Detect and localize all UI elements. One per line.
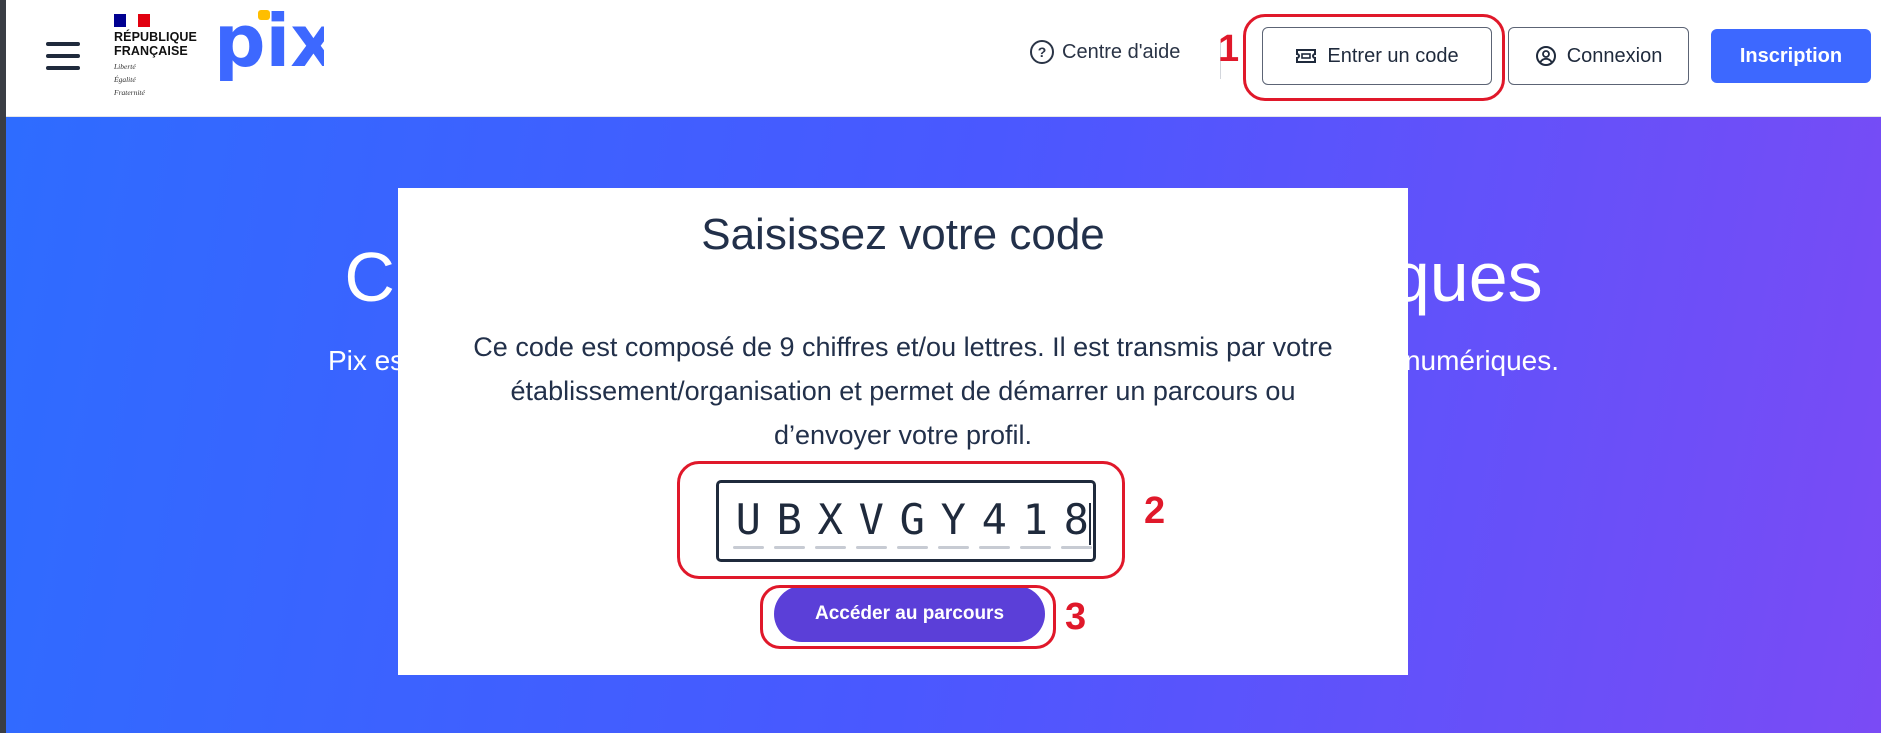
annotation-box-1	[1243, 14, 1505, 101]
annotation-box-2	[677, 461, 1125, 579]
republique-francaise-logo: RÉPUBLIQUE FRANÇAISE Liberté Égalité Fra…	[114, 14, 206, 97]
motto-line1: Liberté	[114, 62, 136, 71]
marianne-flag-icon	[114, 14, 150, 27]
site-header: RÉPUBLIQUE FRANÇAISE Liberté Égalité Fra…	[6, 0, 1881, 117]
annotation-number-3: 3	[1065, 596, 1087, 638]
annotation-number-2: 2	[1144, 490, 1166, 532]
help-circle-icon: ?	[1030, 40, 1054, 64]
signup-button[interactable]: Inscription	[1711, 29, 1871, 83]
help-center-label: Centre d'aide	[1062, 40, 1181, 63]
pix-logo[interactable]: pix	[214, 10, 324, 92]
annotation-box-3	[760, 585, 1056, 649]
login-label: Connexion	[1566, 44, 1663, 67]
login-button[interactable]: Connexion	[1508, 27, 1689, 85]
pix-logo-text: pix	[214, 10, 324, 83]
help-center-link[interactable]: ? Centre d'aide	[1030, 40, 1180, 64]
user-circle-icon	[1535, 46, 1556, 66]
pix-logo-dot	[258, 10, 270, 20]
republique-line1: RÉPUBLIQUE	[114, 30, 197, 44]
republique-line2: FRANÇAISE	[114, 44, 188, 58]
motto-line3: Fraternité	[114, 88, 145, 97]
modal-title: Saisissez votre code	[701, 210, 1105, 259]
menu-icon[interactable]	[46, 42, 80, 70]
browser-viewport: RÉPUBLIQUE FRANÇAISE Liberté Égalité Fra…	[6, 0, 1881, 733]
modal-description: Ce code est composé de 9 chiffres et/ou …	[473, 332, 1333, 450]
motto-line2: Égalité	[114, 75, 136, 84]
annotation-number-1: 1	[1218, 28, 1240, 70]
